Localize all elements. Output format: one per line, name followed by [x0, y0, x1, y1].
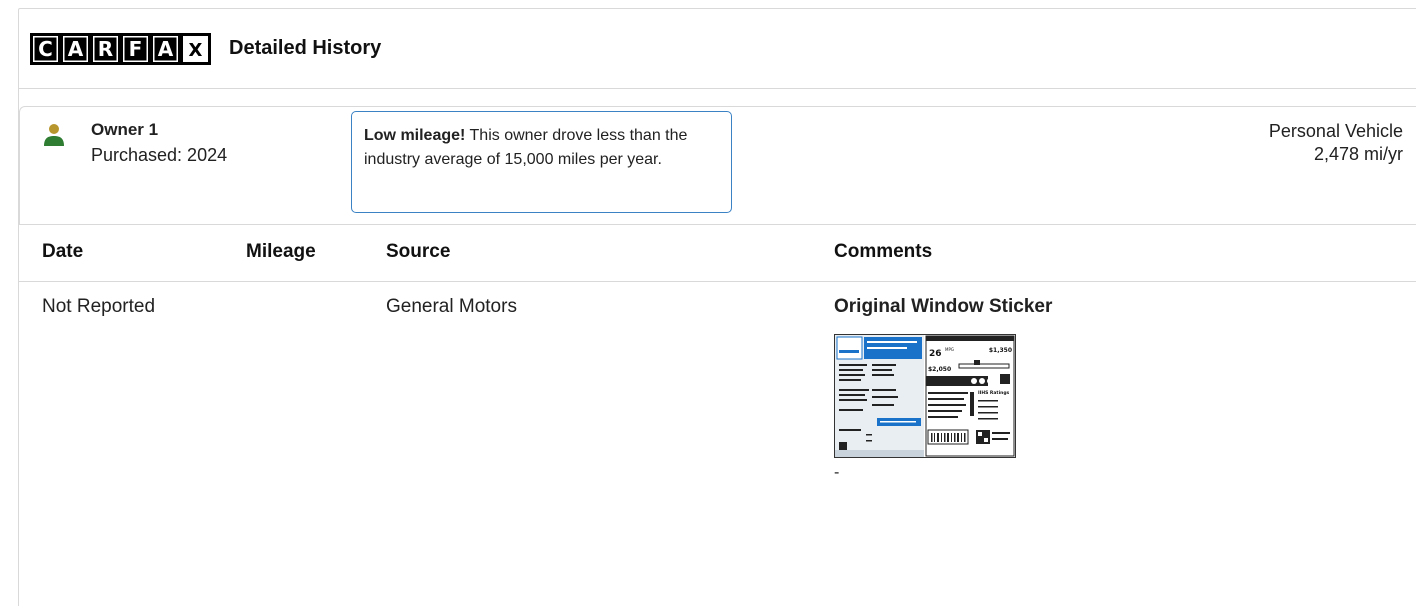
- sticker-price-1: $1,350: [989, 347, 1012, 354]
- column-source: Source: [386, 241, 451, 262]
- use-type: Personal Vehicle: [1268, 121, 1403, 141]
- window-sticker-thumbnail[interactable]: 26 MPG $1,350 $2,050 IIHS Ratings: [834, 334, 1016, 458]
- owner-purchased: Purchased: 2024: [91, 145, 228, 165]
- window-sticker-title: Original Window Sticker: [834, 296, 1053, 317]
- row-date: Not Reported: [42, 296, 156, 317]
- logo-letter: A: [60, 33, 91, 65]
- row-source: General Motors: [386, 296, 517, 317]
- sticker-mpg: 26: [929, 349, 942, 359]
- comment-extra: -: [834, 464, 840, 481]
- history-panel: C A R F A X Detailed History Owner 1 Pur…: [18, 8, 1416, 606]
- logo-letter: C: [30, 33, 61, 65]
- logo-letter: R: [90, 33, 121, 65]
- table-header: Date Mileage Source Comments: [19, 224, 1416, 282]
- section-title: Detailed History: [229, 37, 382, 59]
- table-row: Not Reported General Motors Original Win…: [19, 282, 1416, 482]
- mileage-rate: 2,478 mi/yr: [1313, 144, 1403, 164]
- column-comments: Comments: [834, 241, 933, 262]
- sticker-price-2: $2,050: [928, 366, 951, 373]
- section-header: C A R F A X Detailed History: [19, 9, 1416, 89]
- owner-summary: Owner 1 Purchased: 2024 Low mileage! Thi…: [19, 106, 1416, 224]
- person-icon: [44, 124, 64, 146]
- column-mileage: Mileage: [246, 241, 316, 262]
- owner-name: Owner 1: [91, 120, 159, 139]
- owner-usage: Personal Vehicle 2,478 mi/yr: [1269, 120, 1403, 166]
- callout-highlight: Low mileage!: [364, 127, 466, 144]
- logo-letter: F: [120, 33, 151, 65]
- low-mileage-callout: Low mileage! This owner drove less than …: [351, 111, 732, 213]
- carfax-logo: C A R F A X: [30, 33, 211, 65]
- sticker-ratings-label: IIHS Ratings: [978, 390, 1010, 396]
- column-date: Date: [42, 241, 84, 262]
- history-table: Date Mileage Source Comments Not Reporte…: [19, 224, 1416, 482]
- sticker-mpg-unit: MPG: [945, 347, 954, 352]
- logo-letter: X: [180, 33, 211, 65]
- logo-letter: A: [150, 33, 181, 65]
